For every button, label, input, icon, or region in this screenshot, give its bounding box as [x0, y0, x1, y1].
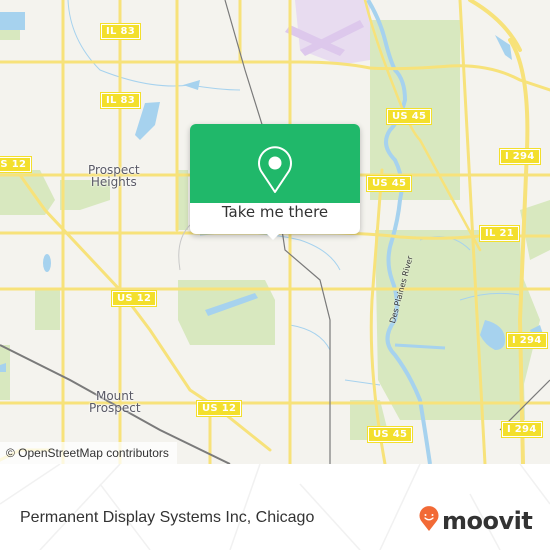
airport: [285, 0, 370, 65]
road: [0, 60, 550, 92]
route-shield: IL 21: [479, 225, 520, 242]
route-shield: I 294: [501, 421, 543, 438]
stream: [67, 0, 241, 91]
route-shield: US 45: [386, 108, 433, 125]
route-shield: US 12: [0, 156, 33, 173]
moovit-smile-pin-icon: [419, 506, 439, 536]
destination-popup: Take me there: [190, 124, 360, 240]
route-shield: US 12: [111, 290, 158, 307]
pond: [43, 254, 51, 272]
take-me-there-button[interactable]: Take me there: [190, 203, 360, 234]
location-pin-icon: [256, 146, 294, 198]
place-label-line: Prospect: [89, 401, 141, 415]
park-area: [35, 290, 60, 330]
route-shield: US 45: [367, 426, 414, 443]
popup-header: [190, 124, 360, 203]
route-shield: I 294: [499, 148, 541, 165]
park-area: [0, 170, 55, 215]
route-shield: US 45: [366, 175, 413, 192]
place-title: Permanent Display Systems Inc, Chicago: [20, 509, 315, 526]
moovit-logo[interactable]: moovit: [419, 506, 533, 536]
moovit-wordmark: moovit: [442, 507, 533, 535]
route-shield: I 294: [506, 332, 548, 349]
park-area: [0, 345, 10, 400]
stream: [289, 324, 331, 351]
route-shield: US 12: [196, 400, 243, 417]
map-attribution[interactable]: © OpenStreetMap contributors: [0, 442, 177, 464]
route-shield: IL 83: [100, 92, 141, 109]
route-shield: IL 83: [100, 23, 141, 40]
place-label-line: Heights: [90, 175, 137, 189]
popup-pointer: [265, 232, 281, 240]
place-label-mount-prospect: Mount Prospect: [89, 390, 141, 414]
place-label-prospect-heights: Prospect Heights: [88, 164, 140, 188]
lake: [0, 12, 25, 30]
